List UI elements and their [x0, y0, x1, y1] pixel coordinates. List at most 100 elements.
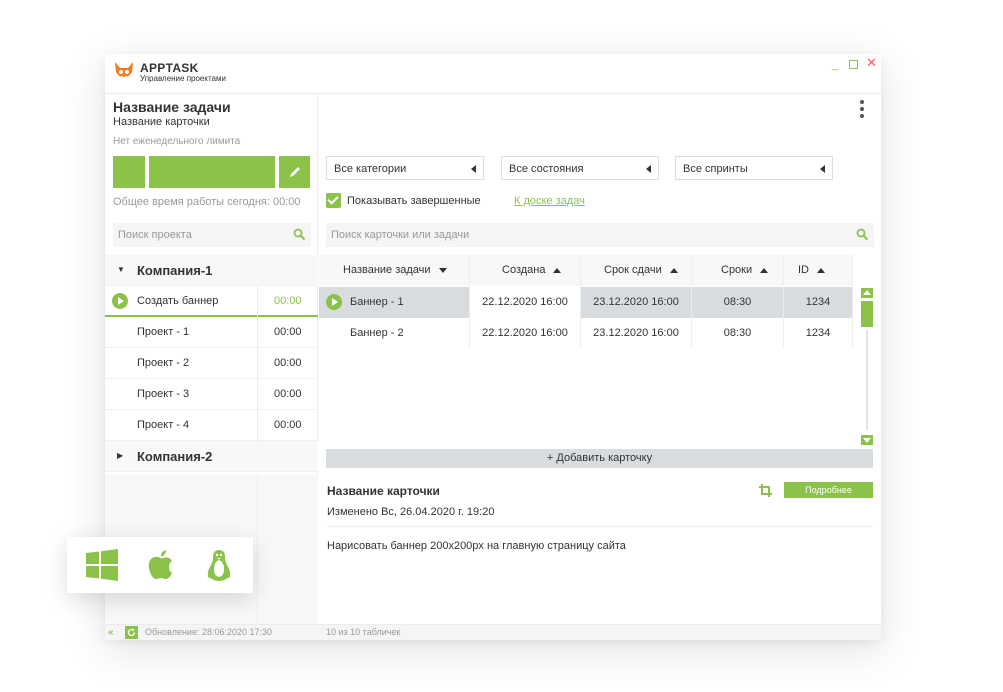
col-header-label: Название задачи	[343, 264, 431, 276]
company-row[interactable]: ▶ Компания-2	[105, 441, 318, 472]
project-search-input[interactable]: Поиск проекта	[113, 223, 311, 247]
dropdown-arrow-icon	[820, 165, 825, 173]
pencil-icon	[289, 167, 300, 177]
scroll-down-icon[interactable]	[861, 435, 873, 445]
more-menu-icon[interactable]	[860, 100, 864, 121]
tree-item-label: Проект - 3	[137, 388, 190, 400]
scroll-thumb[interactable]	[861, 301, 873, 327]
company-row[interactable]: ▼ Компания-1	[105, 255, 318, 286]
play-icon[interactable]	[112, 293, 128, 309]
more-details-button[interactable]: Подробнее	[784, 482, 873, 498]
company-label: Компания-1	[137, 263, 213, 278]
worktime-today: Общее время работы сегодня: 00:00	[113, 196, 301, 208]
card-subtitle: Название карточки	[113, 116, 210, 128]
dropdown-arrow-icon	[471, 165, 476, 173]
states-select[interactable]: Все состояния	[501, 156, 659, 180]
last-update: Обновление: 28:06:2020 17:30	[145, 627, 273, 637]
scroll-up-icon[interactable]	[861, 288, 873, 298]
card-detail: Название карточки Подробнее Изменено Вс,…	[319, 474, 881, 624]
project-tree: ▼ Компания-1 Создать баннер 00:00 Проект…	[105, 255, 318, 472]
tree-item-label: Проект - 2	[137, 357, 190, 369]
cell-terms: 08:30	[692, 287, 784, 318]
cell-id: 1234	[784, 287, 853, 318]
tree-item-time: 00:00	[257, 286, 318, 317]
col-header-due[interactable]: Срок сдачи	[581, 255, 692, 286]
show-completed-label[interactable]: Показывать завершенные	[347, 195, 481, 207]
cards-count: 10 из 10 табличек	[326, 627, 401, 637]
col-header-terms[interactable]: Сроки	[692, 255, 784, 286]
cell-due: 23.12.2020 16:00	[581, 287, 692, 318]
caret-down-icon[interactable]: ▼	[117, 265, 125, 274]
tree-item[interactable]: Проект - 1 00:00	[105, 317, 318, 348]
table-row-selected[interactable]: Баннер - 1 22.12.2020 16:00 23.12.2020 1…	[319, 287, 853, 318]
col-header-label: Создана	[502, 264, 546, 276]
detail-description: Нарисовать баннер 200x200px на главную с…	[327, 540, 626, 552]
sort-asc-icon	[817, 267, 825, 273]
tree-item[interactable]: Проект - 3 00:00	[105, 379, 318, 410]
select-value: Все состояния	[509, 163, 584, 175]
play-icon[interactable]	[326, 294, 342, 310]
table-scrollbar[interactable]	[861, 288, 873, 446]
col-header-created[interactable]: Создана	[470, 255, 581, 286]
col-header-id[interactable]: ID	[784, 255, 853, 286]
minimize-button[interactable]: _	[832, 59, 838, 71]
col-header-label: ID	[798, 264, 809, 276]
project-search-placeholder: Поиск проекта	[118, 229, 192, 241]
cell-text: Баннер - 1	[350, 296, 404, 308]
crop-icon[interactable]	[759, 484, 772, 497]
close-button[interactable]: ✕	[866, 56, 877, 69]
weekly-limit-note: Нет еженедельного лимита	[113, 136, 241, 147]
cell-name: Баннер - 2	[319, 318, 470, 349]
tree-item-label: Проект - 1	[137, 326, 190, 338]
column-divider	[257, 475, 258, 624]
refresh-button[interactable]	[125, 626, 138, 639]
linux-icon	[207, 550, 231, 581]
tree-item[interactable]: Проект - 4 00:00	[105, 410, 318, 441]
os-platforms-card	[67, 537, 253, 593]
cell-created: 22.12.2020 16:00	[470, 287, 581, 318]
cell-created: 22.12.2020 16:00	[470, 318, 581, 349]
task-title: Название задачи	[113, 99, 231, 115]
refresh-icon	[127, 628, 136, 637]
table-row[interactable]: Баннер - 2 22.12.2020 16:00 23.12.2020 1…	[319, 318, 853, 349]
divider	[327, 526, 873, 527]
tree-item-time: 00:00	[257, 410, 318, 441]
select-value: Все спринты	[683, 163, 748, 175]
collapse-icon[interactable]: «	[108, 627, 113, 638]
board-link[interactable]: К доске задач	[514, 195, 585, 207]
select-value: Все категории	[334, 163, 407, 175]
categories-select[interactable]: Все категории	[326, 156, 484, 180]
timer-bar-small[interactable]	[113, 156, 145, 188]
sort-asc-icon	[760, 267, 769, 273]
title-bar: APPTASK Управление проектами _ ✕	[105, 54, 881, 94]
tree-item-time: 00:00	[257, 348, 318, 379]
card-search-input[interactable]: Поиск карточки или задачи	[326, 223, 874, 247]
tree-item-label: Создать баннер	[137, 295, 219, 307]
col-header-name[interactable]: Название задачи	[319, 255, 470, 286]
app-name: APPTASK	[140, 61, 199, 75]
card-search-placeholder: Поиск карточки или задачи	[331, 229, 470, 241]
search-icon[interactable]	[856, 228, 869, 241]
cell-id: 1234	[784, 318, 853, 349]
tree-item-label: Проект - 4	[137, 419, 190, 431]
app-subtitle: Управление проектами	[140, 74, 226, 83]
scroll-track[interactable]	[866, 330, 868, 430]
caret-right-icon[interactable]: ▶	[117, 451, 123, 460]
sort-desc-icon	[438, 267, 447, 273]
show-completed-checkbox[interactable]	[326, 193, 341, 208]
tree-item[interactable]: Проект - 2 00:00	[105, 348, 318, 379]
status-bar: « Обновление: 28:06:2020 17:30 10 из 10 …	[105, 624, 881, 640]
timer-bar-main[interactable]	[149, 156, 275, 188]
edit-button[interactable]	[279, 156, 310, 188]
tree-item-active[interactable]: Создать баннер 00:00	[105, 286, 318, 317]
sprints-select[interactable]: Все спринты	[675, 156, 833, 180]
sort-asc-icon	[553, 267, 562, 273]
search-icon[interactable]	[293, 228, 306, 241]
fox-logo-icon	[115, 62, 133, 79]
apple-icon	[148, 550, 172, 580]
add-card-button[interactable]: + Добавить карточку	[326, 449, 873, 468]
col-header-label: Срок сдачи	[604, 264, 662, 276]
dropdown-arrow-icon	[646, 165, 651, 173]
maximize-button[interactable]	[849, 60, 858, 69]
cell-due: 23.12.2020 16:00	[581, 318, 692, 349]
